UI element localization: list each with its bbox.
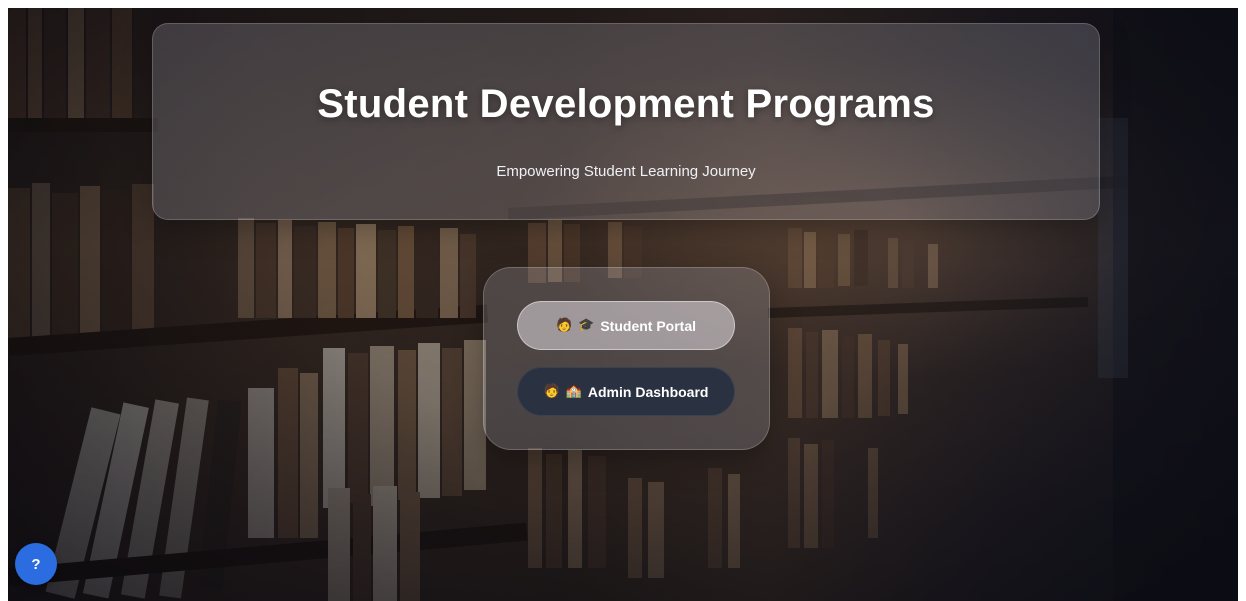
help-icon: ?: [31, 555, 41, 573]
student-portal-button[interactable]: 🧑 🎓 Student Portal: [517, 301, 735, 350]
admin-person-icon: 🧑: [543, 384, 560, 399]
school-building-icon: 🏫: [565, 384, 582, 399]
student-portal-label: Student Portal: [600, 317, 697, 334]
admin-dashboard-label: Admin Dashboard: [587, 383, 709, 400]
graduation-cap-icon: 🎓: [578, 318, 595, 333]
page-viewport: Student Development Programs Empowering …: [8, 8, 1238, 601]
admin-dashboard-button[interactable]: 🧑 🏫 Admin Dashboard: [517, 367, 735, 416]
page-title: Student Development Programs: [317, 82, 935, 126]
page-subtitle: Empowering Student Learning Journey: [496, 163, 756, 180]
hero-card: Student Development Programs Empowering …: [152, 23, 1100, 220]
portal-selection-card: 🧑 🎓 Student Portal 🧑 🏫 Admin Dashboard: [483, 267, 770, 450]
help-button[interactable]: ?: [15, 543, 57, 585]
student-icon: 🧑: [555, 318, 573, 333]
